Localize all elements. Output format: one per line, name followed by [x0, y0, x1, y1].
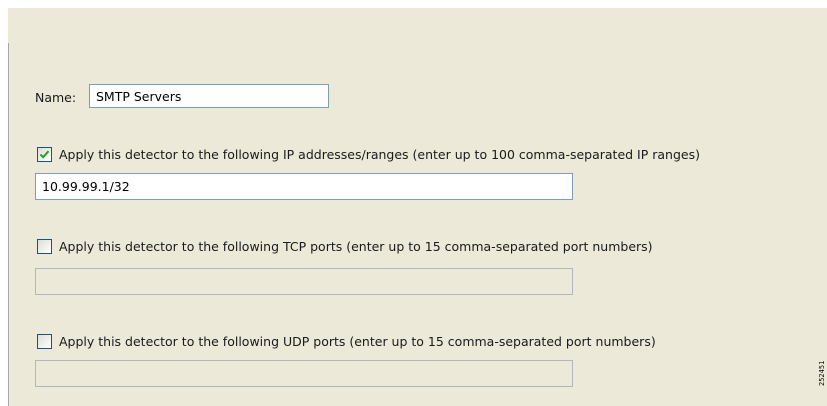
panel-left-border [8, 43, 9, 406]
udp-ports-input[interactable] [35, 360, 573, 387]
udp-ports-label: Apply this detector to the following UDP… [59, 334, 656, 349]
tcp-ports-label: Apply this detector to the following TCP… [59, 239, 653, 254]
ip-ranges-checkbox[interactable] [37, 147, 52, 162]
ip-ranges-input[interactable] [35, 173, 573, 200]
udp-ports-checkbox[interactable] [37, 334, 52, 349]
name-label: Name: [35, 90, 77, 105]
figure-id: 252451 [818, 360, 826, 386]
tcp-ports-checkbox[interactable] [37, 239, 52, 254]
tcp-ports-input[interactable] [35, 268, 573, 295]
name-input[interactable] [89, 84, 329, 108]
checkmark-icon [39, 150, 50, 159]
ip-ranges-label: Apply this detector to the following IP … [59, 147, 700, 162]
